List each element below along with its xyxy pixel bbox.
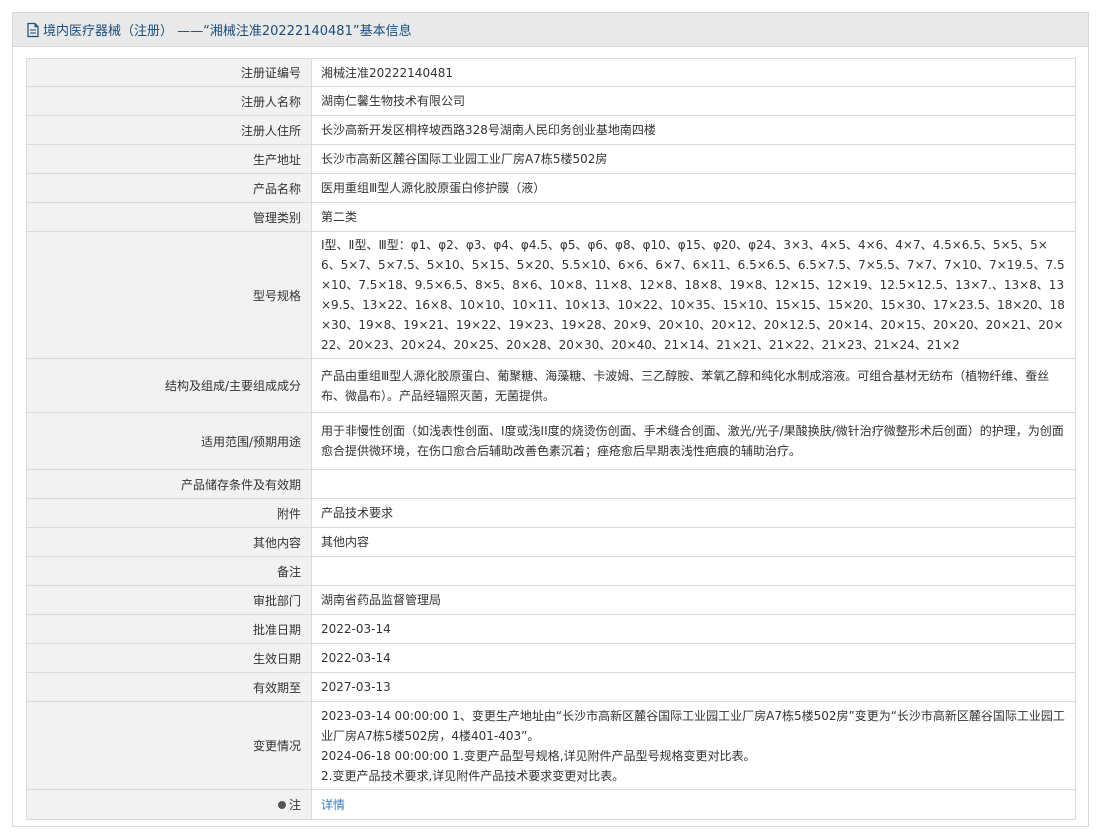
table-row: 变更情况 2023-03-14 00:00:00 1、变更生产地址由“长沙市高新…	[26, 701, 1076, 790]
field-label: 注册人住所	[26, 115, 312, 145]
table-row: 管理类别 第二类	[26, 202, 1076, 232]
field-label: 结构及组成/主要组成成分	[26, 358, 312, 413]
field-label: 注册证编号	[26, 58, 312, 87]
note-value-cell: 详情	[311, 789, 1076, 820]
field-label: 其他内容	[26, 527, 312, 557]
info-table: 注册证编号 湘械注准20222140481 注册人名称 湖南仁馨生物技术有限公司…	[26, 58, 1076, 820]
field-value	[311, 556, 1076, 586]
table-row: 产品名称 医用重组Ⅲ型人源化胶原蛋白修护膜（液）	[26, 173, 1076, 203]
field-label: 生效日期	[26, 643, 312, 673]
table-row: 审批部门 湖南省药品监督管理局	[26, 585, 1076, 615]
table-row: 注册人住所 长沙高新开发区桐梓坡西路328号湖南人民印务创业基地南四楼	[26, 115, 1076, 145]
field-label: 管理类别	[26, 202, 312, 232]
field-label: 注	[288, 798, 301, 812]
field-value	[311, 469, 1076, 499]
field-value: 用于非慢性创面（如浅表性创面、I度或浅II度的烧烫伤创面、手术缝合创面、激光/光…	[311, 412, 1076, 470]
change-entry: 2024-06-18 00:00:00 1.变更产品型号规格,详见附件产品型号规…	[321, 748, 756, 763]
field-value: Ⅰ型、Ⅱ型、Ⅲ型：φ1、φ2、φ3、φ4、φ4.5、φ5、φ6、φ8、φ10、φ…	[311, 231, 1076, 359]
field-value: 医用重组Ⅲ型人源化胶原蛋白修护膜（液）	[311, 173, 1076, 203]
field-label: 有效期至	[26, 672, 312, 702]
table-row: 结构及组成/主要组成成分 产品由重组Ⅲ型人源化胶原蛋白、葡聚糖、海藻糖、卡波姆、…	[26, 358, 1076, 413]
table-row: 注册人名称 湖南仁馨生物技术有限公司	[26, 86, 1076, 116]
field-value: 其他内容	[311, 527, 1076, 557]
field-value: 湖南省药品监督管理局	[311, 585, 1076, 615]
table-row: 型号规格 Ⅰ型、Ⅱ型、Ⅲ型：φ1、φ2、φ3、φ4、φ4.5、φ5、φ6、φ8、…	[26, 231, 1076, 359]
panel-header: 境内医疗器械（注册） ——“湘械注准20222140481”基本信息	[13, 13, 1088, 47]
table-row: 适用范围/预期用途 用于非慢性创面（如浅表性创面、I度或浅II度的烧烫伤创面、手…	[26, 412, 1076, 470]
change-entry: 2.变更产品技术要求,详见附件产品技术要求变更对比表。	[321, 768, 625, 783]
changes-value: 2023-03-14 00:00:00 1、变更生产地址由“长沙市高新区麓谷国际…	[311, 701, 1076, 790]
field-value: 2022-03-14	[311, 614, 1076, 644]
table-row: 注 详情	[26, 789, 1076, 820]
table-row: 批准日期 2022-03-14	[26, 614, 1076, 644]
table-row: 附件 产品技术要求	[26, 498, 1076, 528]
field-value: 湖南仁馨生物技术有限公司	[311, 86, 1076, 116]
field-label: 产品储存条件及有效期	[26, 469, 312, 499]
page-title: 境内医疗器械（注册） ——“湘械注准20222140481”基本信息	[43, 24, 412, 39]
detail-link[interactable]: 详情	[321, 798, 345, 812]
field-label: 变更情况	[26, 701, 312, 790]
field-label: 生产地址	[26, 144, 312, 174]
field-label: 型号规格	[26, 231, 312, 359]
table-row: 产品储存条件及有效期	[26, 469, 1076, 499]
info-panel: 境内医疗器械（注册） ——“湘械注准20222140481”基本信息 注册证编号…	[12, 12, 1089, 827]
field-value: 长沙高新开发区桐梓坡西路328号湖南人民印务创业基地南四楼	[311, 115, 1076, 145]
note-label-cell: 注	[26, 789, 312, 820]
field-label: 注册人名称	[26, 86, 312, 116]
document-icon	[26, 22, 40, 38]
field-label: 适用范围/预期用途	[26, 412, 312, 470]
table-row: 注册证编号 湘械注准20222140481	[26, 58, 1076, 87]
change-entry: 2023-03-14 00:00:00 1、变更生产地址由“长沙市高新区麓谷国际…	[321, 708, 1065, 743]
table-row: 其他内容 其他内容	[26, 527, 1076, 557]
location-pin-icon	[277, 800, 286, 809]
field-value: 2027-03-13	[311, 672, 1076, 702]
table-row: 生效日期 2022-03-14	[26, 643, 1076, 673]
field-label: 附件	[26, 498, 312, 528]
field-value: 第二类	[311, 202, 1076, 232]
field-value: 产品技术要求	[311, 498, 1076, 528]
table-row: 备注	[26, 556, 1076, 586]
table-row: 生产地址 长沙市高新区麓谷国际工业园工业厂房A7栋5楼502房	[26, 144, 1076, 174]
field-label: 审批部门	[26, 585, 312, 615]
field-value: 长沙市高新区麓谷国际工业园工业厂房A7栋5楼502房	[311, 144, 1076, 174]
table-row: 有效期至 2027-03-13	[26, 672, 1076, 702]
field-label: 批准日期	[26, 614, 312, 644]
field-value: 产品由重组Ⅲ型人源化胶原蛋白、葡聚糖、海藻糖、卡波姆、三乙醇胺、苯氧乙醇和纯化水…	[311, 358, 1076, 413]
field-value: 2022-03-14	[311, 643, 1076, 673]
field-label: 产品名称	[26, 173, 312, 203]
field-label: 备注	[26, 556, 312, 586]
field-value: 湘械注准20222140481	[311, 58, 1076, 87]
